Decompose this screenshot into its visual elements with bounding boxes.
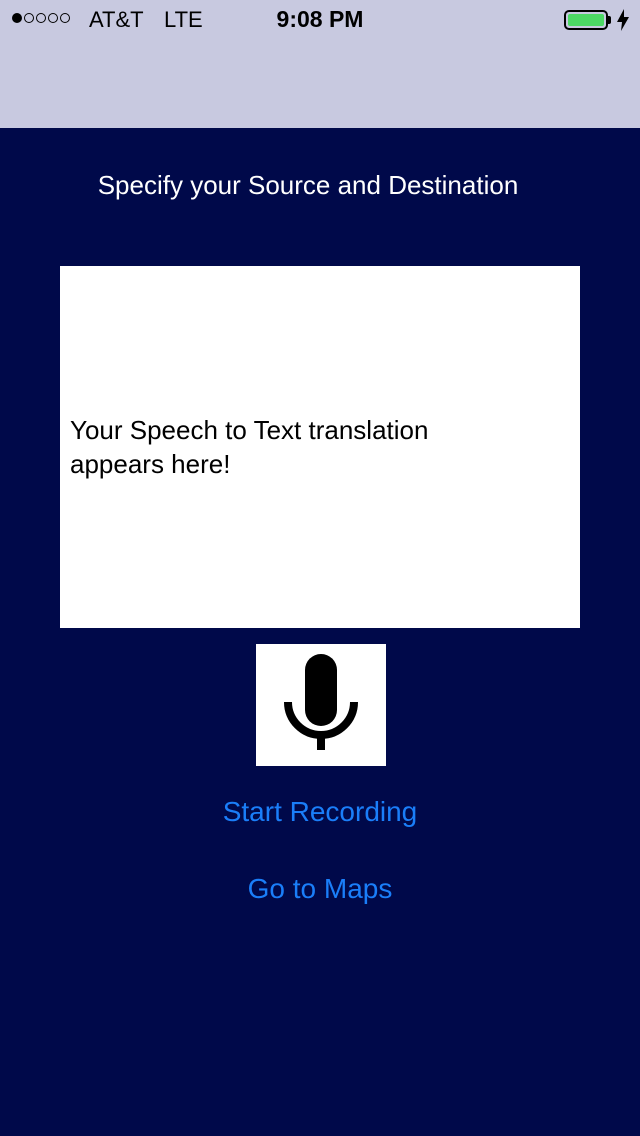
status-bar: AT&T LTE 9:08 PM [0, 0, 640, 40]
transcript-placeholder-text: Your Speech to Text translation appears … [70, 415, 429, 479]
battery-tip [608, 16, 611, 24]
page-heading: Specify your Source and Destination [97, 170, 519, 200]
battery-level-fill [568, 14, 604, 26]
charging-bolt-icon [617, 9, 629, 31]
navigation-bar [0, 40, 640, 128]
battery-icon [564, 10, 608, 30]
go-to-maps-button[interactable]: Go to Maps [0, 871, 640, 907]
start-recording-button[interactable]: Start Recording [0, 794, 640, 830]
status-time: 9:08 PM [276, 6, 364, 32]
transcript-text-area[interactable]: Your Speech to Text translation appears … [60, 266, 580, 628]
microphone-icon [284, 654, 358, 750]
microphone-button[interactable] [256, 644, 386, 766]
